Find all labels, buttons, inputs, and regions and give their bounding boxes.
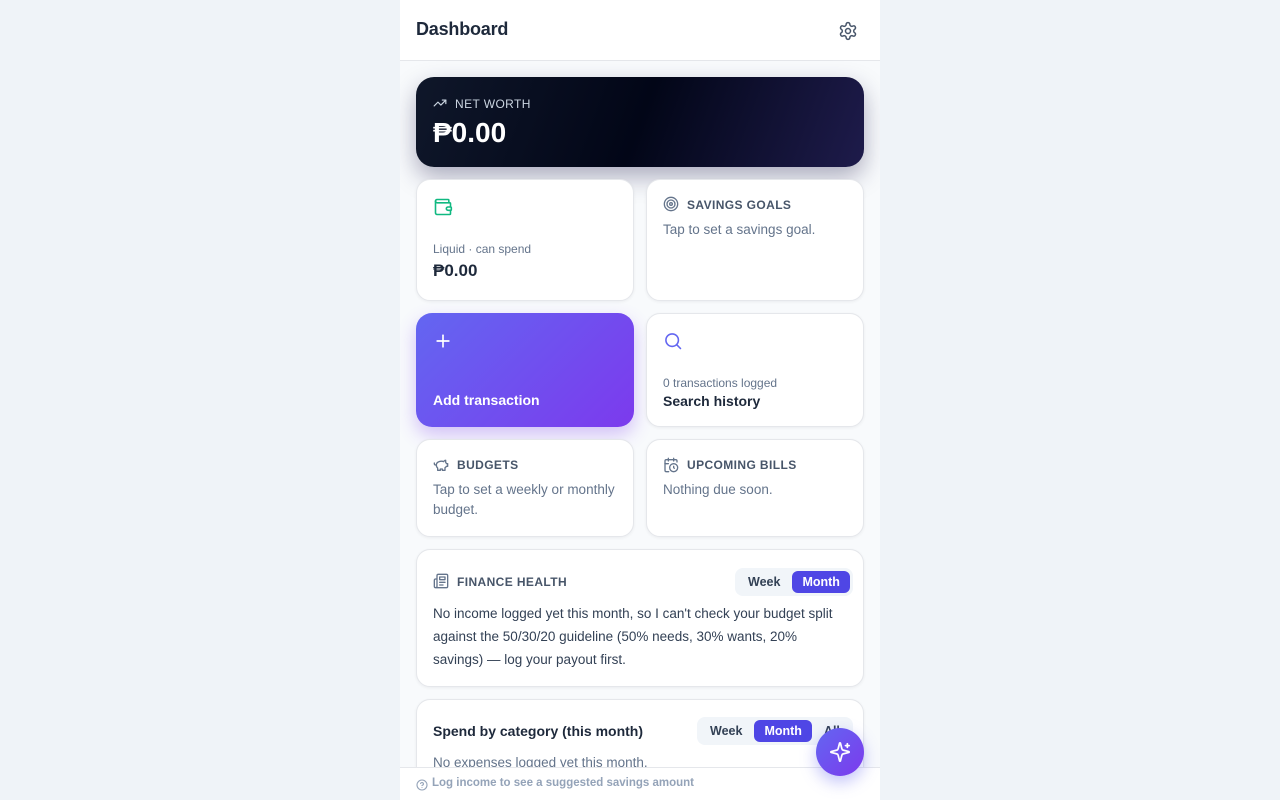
finance-health-label: FINANCE HEALTH <box>457 575 568 589</box>
page-title: Dashboard <box>416 19 509 39</box>
upcoming-bills-hint: Nothing due soon. <box>663 482 773 497</box>
net-worth-card[interactable]: NET WORTH ₱0.00 <box>416 77 864 167</box>
ai-assistant-button[interactable] <box>816 728 864 776</box>
liquid-value: ₱0.00 <box>433 261 478 280</box>
net-worth-label: NET WORTH <box>455 97 531 111</box>
settings-button[interactable] <box>834 17 862 45</box>
wallet-icon <box>434 198 453 216</box>
calendar-clock-icon <box>664 457 679 473</box>
net-worth-value: ₱0.00 <box>433 117 507 148</box>
newspaper-icon <box>433 573 449 589</box>
app-container: Dashboard NET WORTH ₱0.00 Liquid · can s… <box>400 0 880 800</box>
finance-health-card: FINANCE HEALTH Week Month No income logg… <box>416 549 864 687</box>
trending-up-icon <box>433 99 447 107</box>
spend-month-tab[interactable]: Month <box>754 720 812 742</box>
savings-goals-card[interactable]: SAVINGS GOALS Tap to set a savings goal. <box>646 179 864 301</box>
footer-hint-bar: Log income to see a suggested savings am… <box>400 767 880 800</box>
sparkles-icon <box>829 741 851 763</box>
upcoming-bills-label: UPCOMING BILLS <box>687 458 797 472</box>
upcoming-bills-card[interactable]: UPCOMING BILLS Nothing due soon. <box>646 439 864 537</box>
spend-by-category-title: Spend by category (this month) <box>433 723 644 739</box>
budgets-hint: Tap to set a weekly or monthly budget. <box>433 482 615 517</box>
footer-hint-text: Log income to see a suggested savings am… <box>432 777 695 789</box>
spend-week-tab[interactable]: Week <box>700 720 752 742</box>
search-history-card[interactable]: 0 transactions logged Search history <box>646 313 864 427</box>
finance-health-period-toggle: Week Month <box>735 568 853 596</box>
finance-health-message: No income logged yet this month, so I ca… <box>433 606 833 667</box>
finance-health-month-tab[interactable]: Month <box>792 571 850 593</box>
savings-goals-label: SAVINGS GOALS <box>687 198 792 212</box>
top-header: Dashboard <box>400 0 880 61</box>
budgets-label: BUDGETS <box>457 458 519 472</box>
budgets-card[interactable]: BUDGETS Tap to set a weekly or monthly b… <box>416 439 634 537</box>
add-transaction-button[interactable]: Add transaction <box>416 313 634 427</box>
gear-icon <box>839 21 857 41</box>
transactions-count: 0 transactions logged <box>663 376 778 390</box>
add-transaction-label: Add transaction <box>433 392 540 408</box>
savings-goals-hint: Tap to set a savings goal. <box>663 222 816 237</box>
target-icon <box>663 196 679 212</box>
plus-icon <box>436 334 450 348</box>
piggy-bank-icon <box>433 459 449 471</box>
help-circle-icon <box>416 779 428 791</box>
search-icon <box>665 333 682 350</box>
search-history-label: Search history <box>663 393 761 409</box>
finance-health-week-tab[interactable]: Week <box>738 571 790 593</box>
liquid-label: Liquid · can spend <box>433 242 532 256</box>
liquid-card[interactable]: Liquid · can spend ₱0.00 <box>416 179 634 301</box>
